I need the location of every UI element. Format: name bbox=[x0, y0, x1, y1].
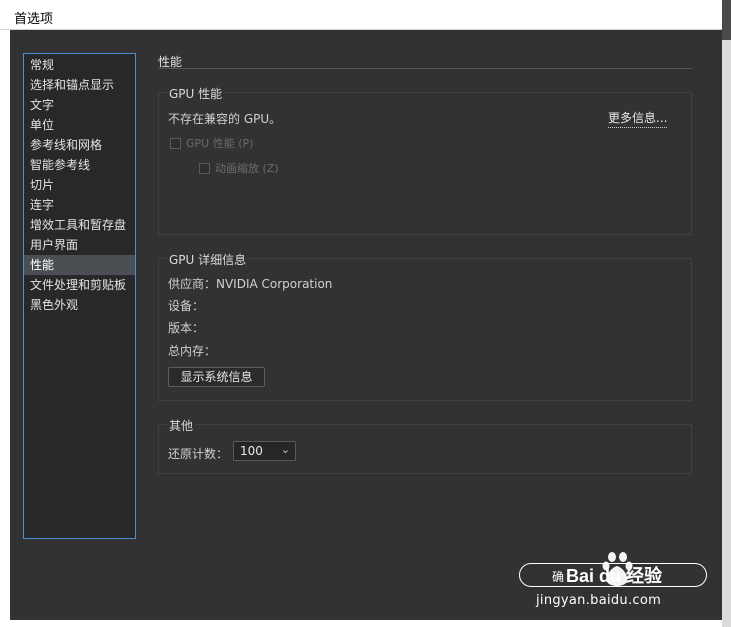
gpu-details-legend: GPU 详细信息 bbox=[167, 251, 249, 268]
sidebar-item[interactable]: 单位 bbox=[24, 115, 135, 135]
sidebar-items: 常规 选择和锚点显示 文字 单位 参考线和网格 智能参考线 切片 连字 增效工具和暂存盘 用户界面… bbox=[24, 55, 135, 315]
show-system-info-button[interactable]: 显示系统信息 bbox=[168, 367, 265, 387]
undo-count-value: 100 bbox=[240, 444, 263, 458]
other-legend: 其他 bbox=[167, 417, 196, 434]
sidebar-item[interactable]: 性能 bbox=[24, 255, 135, 275]
section-divider bbox=[158, 68, 692, 69]
gpu-total-memory: 总内存： bbox=[168, 344, 217, 358]
window-edge bbox=[722, 0, 731, 627]
sidebar-item[interactable]: 连字 bbox=[24, 195, 135, 215]
sidebar-item[interactable]: 切片 bbox=[24, 175, 135, 195]
sidebar-item[interactable]: 用户界面 bbox=[24, 235, 135, 255]
gpu-vendor: 供应商：NVIDIA Corporation bbox=[168, 277, 333, 291]
chevron-down-icon: ⌄ bbox=[280, 443, 290, 456]
baidu-watermark-url: jingyan.baidu.com bbox=[536, 593, 662, 608]
sidebar-item[interactable]: 智能参考线 bbox=[24, 155, 135, 175]
undo-count-label: 还原计数： bbox=[168, 447, 229, 461]
sidebar-item[interactable]: 文字 bbox=[24, 95, 135, 115]
baidu-watermark-logo: Bai du 经验 bbox=[566, 552, 663, 586]
animated-zoom-checkbox-box[interactable] bbox=[199, 162, 210, 174]
gpu-performance-checkbox-box[interactable] bbox=[170, 137, 181, 149]
sidebar-item[interactable]: 黑色外观 bbox=[24, 295, 135, 315]
gpu-device: 设备： bbox=[168, 299, 205, 313]
window-edge-strip bbox=[722, 0, 731, 40]
sidebar-item[interactable]: 增效工具和暂存盘 bbox=[24, 215, 135, 235]
sidebar-item[interactable]: 选择和锚点显示 bbox=[24, 75, 135, 95]
gpu-performance-checkbox-label: GPU 性能 (P) bbox=[186, 137, 254, 150]
animated-zoom-checkbox[interactable]: 动画缩放 (Z) bbox=[199, 160, 279, 176]
gpu-version: 版本： bbox=[168, 321, 205, 335]
window-title: 首选项 bbox=[14, 12, 54, 27]
category-sidebar: 常规 选择和锚点显示 文字 单位 参考线和网格 智能参考线 切片 连字 增效工具和暂存盘 用户界面… bbox=[23, 53, 136, 539]
sidebar-item[interactable]: 文件处理和剪贴板 bbox=[24, 275, 135, 295]
sidebar-item[interactable]: 参考线和网格 bbox=[24, 135, 135, 155]
no-gpu-message: 不存在兼容的 GPU。 bbox=[168, 112, 282, 126]
animated-zoom-checkbox-label: 动画缩放 (Z) bbox=[215, 162, 279, 175]
undo-count-select[interactable]: 100 ⌄ bbox=[233, 441, 296, 461]
baidu-watermark-brand: Bai du 经验 bbox=[566, 565, 663, 586]
gpu-performance-legend: GPU 性能 bbox=[167, 85, 225, 102]
more-info-link[interactable]: 更多信息... bbox=[608, 109, 668, 128]
gpu-performance-checkbox[interactable]: GPU 性能 (P) bbox=[170, 135, 253, 151]
sidebar-item[interactable]: 常规 bbox=[24, 55, 135, 75]
title-bar: 首选项 bbox=[0, 0, 722, 30]
